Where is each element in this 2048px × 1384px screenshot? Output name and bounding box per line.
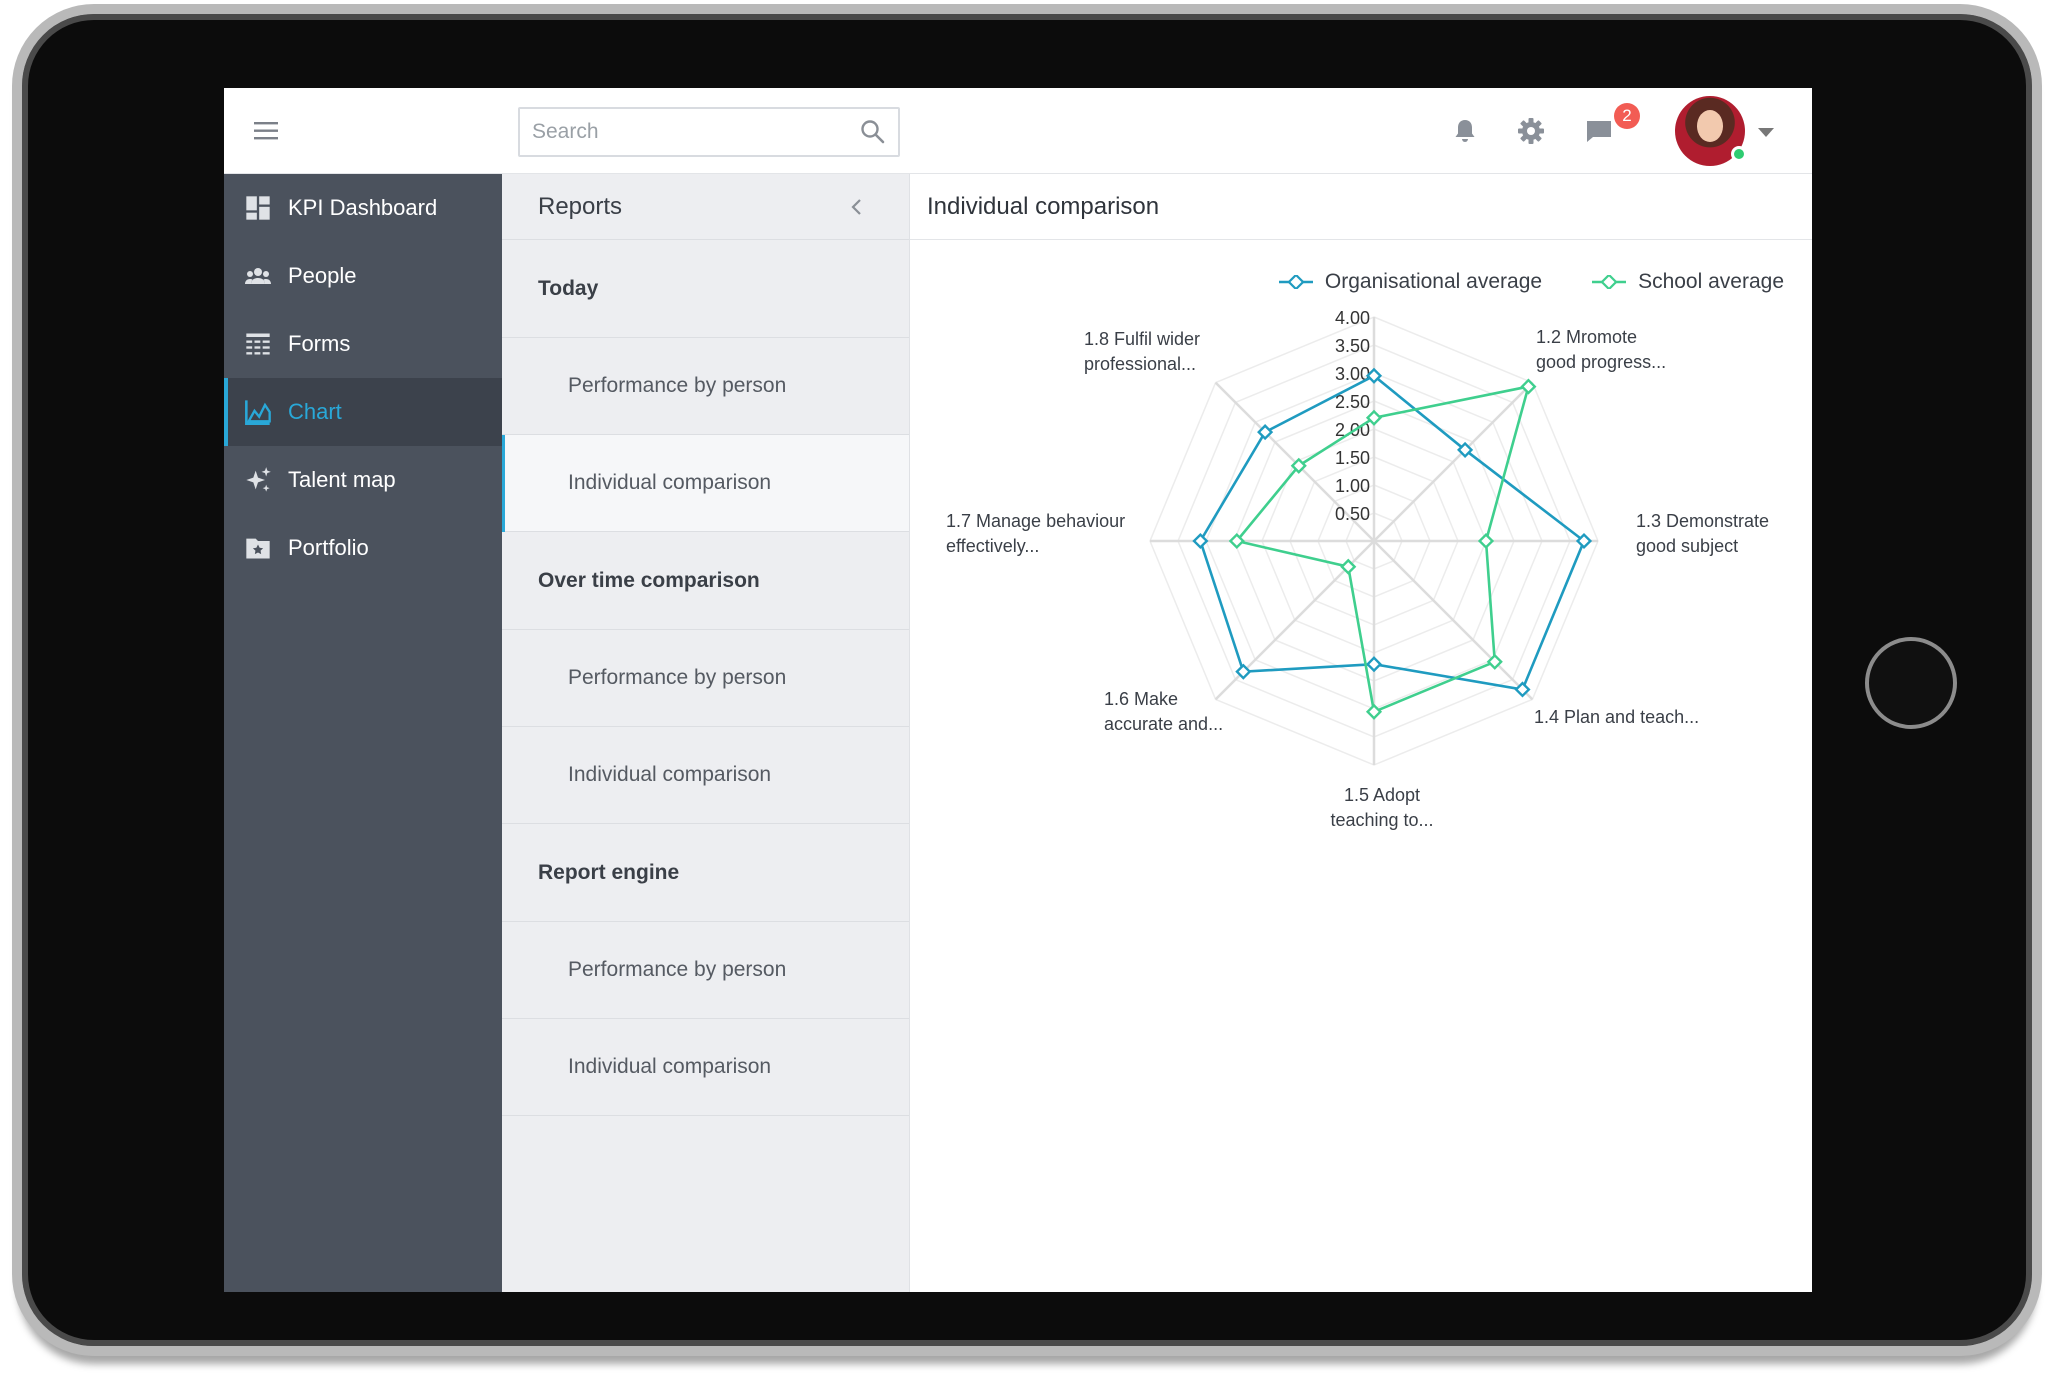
search-icon[interactable] (860, 119, 886, 145)
tick-label: 4.00 (1335, 308, 1370, 328)
tick-label: 3.50 (1335, 336, 1370, 356)
top-bar: 2 (224, 88, 1812, 174)
legend-item-org[interactable]: Organisational average (1278, 270, 1543, 294)
bell-icon[interactable] (1450, 116, 1480, 146)
axis-label: good progress... (1536, 352, 1666, 372)
axis-label: 1.5 Adopt (1344, 785, 1420, 805)
axis-label: 1.6 Make (1104, 689, 1178, 709)
home-button (1865, 637, 1957, 729)
chevron-down-icon[interactable] (1758, 128, 1774, 137)
report-item-performance-by-person[interactable]: Performance by person (502, 338, 909, 435)
tick-label: 1.00 (1335, 476, 1370, 496)
dashboard-icon (246, 196, 270, 220)
report-section-over-time: Over time comparison (502, 532, 909, 630)
legend-label: School average (1638, 270, 1784, 293)
sidebar-item-label: Forms (288, 331, 351, 356)
search-input[interactable] (520, 109, 840, 155)
portfolio-icon (246, 538, 270, 559)
legend-item-school[interactable]: School average (1592, 270, 1784, 294)
legend-marker-org (1278, 275, 1313, 289)
axis-label: teaching to... (1330, 810, 1433, 830)
sidebar-item-kpi-dashboard[interactable]: KPI Dashboard (224, 174, 502, 242)
axis-label: professional... (1084, 354, 1196, 374)
report-item-individual-comparison[interactable]: Individual comparison (502, 435, 909, 532)
report-item-performance-by-person[interactable]: Performance by person (502, 630, 909, 727)
sidebar-item-label: Portfolio (288, 535, 369, 560)
notification-badge: 2 (1614, 103, 1640, 129)
people-icon (245, 268, 271, 284)
app-screen: 2 KPI Dashboard People (224, 88, 1812, 1292)
gear-icon[interactable] (1516, 116, 1546, 146)
reports-panel: Reports Today Performance by person Indi… (502, 174, 910, 1292)
legend-marker-school (1592, 275, 1627, 289)
chart-icon (245, 400, 271, 425)
sidebar-item-chart[interactable]: Chart (224, 378, 502, 446)
radar-chart: 0.501.001.502.002.503.003.504.001.1 Set … (946, 308, 1769, 830)
forms-icon (246, 333, 270, 355)
axis-label: 1.4 Plan and teach... (1534, 707, 1699, 727)
report-section-today: Today (502, 240, 909, 338)
sidebar-item-label: Talent map (288, 467, 396, 492)
tick-label: 1.50 (1335, 448, 1370, 468)
reports-title: Reports (538, 192, 623, 220)
chevron-left-icon[interactable] (849, 198, 865, 216)
sidebar-item-people[interactable]: People (224, 242, 502, 310)
axis-label: 1.8 Fulfil wider (1084, 329, 1200, 349)
sidebar-item-forms[interactable]: Forms (224, 310, 502, 378)
axis-label: 1.7 Manage behaviour (946, 511, 1125, 531)
report-item-performance-by-person[interactable]: Performance by person (502, 922, 909, 1019)
sidebar-item-label: KPI Dashboard (288, 195, 438, 220)
legend-label: Organisational average (1324, 270, 1543, 293)
axis-label: accurate and... (1104, 714, 1223, 734)
data-point (1192, 532, 1209, 550)
axis-label: 1.2 Mromote (1536, 327, 1637, 347)
report-item-individual-comparison[interactable]: Individual comparison (502, 1019, 909, 1116)
axis-label: good subject (1636, 536, 1738, 556)
sparkle-icon (246, 467, 271, 492)
tick-label: 0.50 (1335, 504, 1370, 524)
search-box (518, 107, 900, 157)
sidebar-item-talent-map[interactable]: Talent map (224, 446, 502, 514)
report-item-individual-comparison[interactable]: Individual comparison (502, 727, 909, 824)
data-point (1477, 532, 1495, 550)
report-section-report-engine: Report engine (502, 824, 909, 922)
sidebar-item-portfolio[interactable]: Portfolio (224, 514, 502, 582)
data-point (1365, 656, 1383, 673)
sidebar-item-label: Chart (288, 399, 342, 424)
series-line (1198, 374, 1586, 691)
main-content: Individual comparison Organisational ave… (910, 174, 1812, 1292)
online-status-dot (1731, 146, 1747, 162)
axis-label: effectively... (946, 536, 1039, 556)
sidebar: KPI Dashboard People Forms Chart Talent … (224, 174, 502, 1292)
chart-legend: Organisational average School average (1278, 270, 1784, 294)
page-title: Individual comparison (910, 174, 1812, 240)
chat-icon[interactable] (1584, 116, 1614, 146)
sidebar-item-label: People (288, 263, 357, 288)
tick-label: 2.50 (1335, 392, 1370, 412)
reports-header: Reports (502, 174, 909, 240)
axis-label: 1.3 Demonstrate (1636, 511, 1769, 531)
hamburger-icon[interactable] (254, 120, 282, 142)
